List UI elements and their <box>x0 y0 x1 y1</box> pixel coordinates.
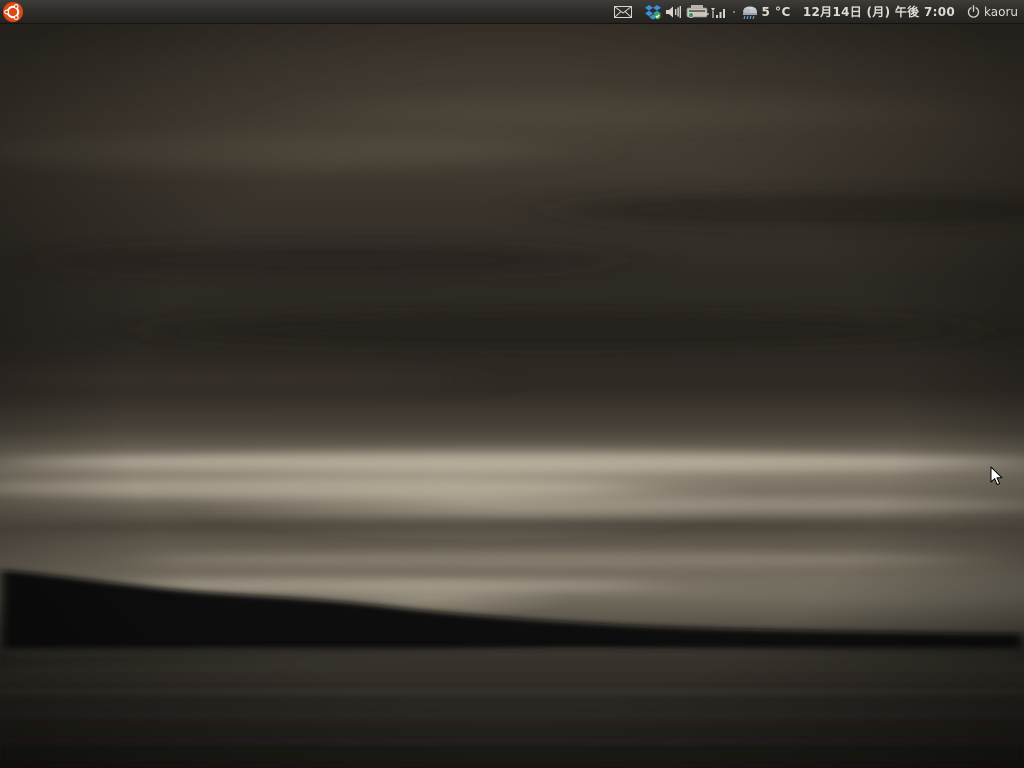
top-panel: 5 °C 12月14日 (月) 午後 7:00 kaoru <box>0 0 1024 24</box>
speaker-icon <box>665 5 681 18</box>
weather-indicator[interactable]: 5 °C <box>737 0 797 24</box>
envelope-icon <box>613 5 632 18</box>
messaging-indicator[interactable] <box>609 0 637 24</box>
wired-network-icon <box>686 4 709 18</box>
rain-cloud-icon <box>742 6 757 19</box>
desktop[interactable]: 5 °C 12月14日 (月) 午後 7:00 kaoru <box>0 0 1024 768</box>
datetime-indicator[interactable]: 12月14日 (月) 午後 7:00 <box>797 0 963 24</box>
network-indicator[interactable] <box>683 0 731 24</box>
wallpaper-shoreline <box>0 570 1024 768</box>
signal-bars-icon <box>710 7 725 18</box>
dropbox-indicator[interactable] <box>643 0 663 24</box>
ubuntu-logo-icon <box>3 1 23 22</box>
power-icon <box>967 5 980 18</box>
session-user-name: kaoru <box>984 4 1018 19</box>
session-indicator[interactable]: kaoru <box>963 0 1024 24</box>
dropbox-icon <box>644 4 661 20</box>
applications-menu-button[interactable] <box>0 0 26 24</box>
volume-indicator[interactable] <box>663 0 683 24</box>
weather-temperature: 5 °C <box>761 4 791 19</box>
indicator-separator <box>732 10 735 13</box>
